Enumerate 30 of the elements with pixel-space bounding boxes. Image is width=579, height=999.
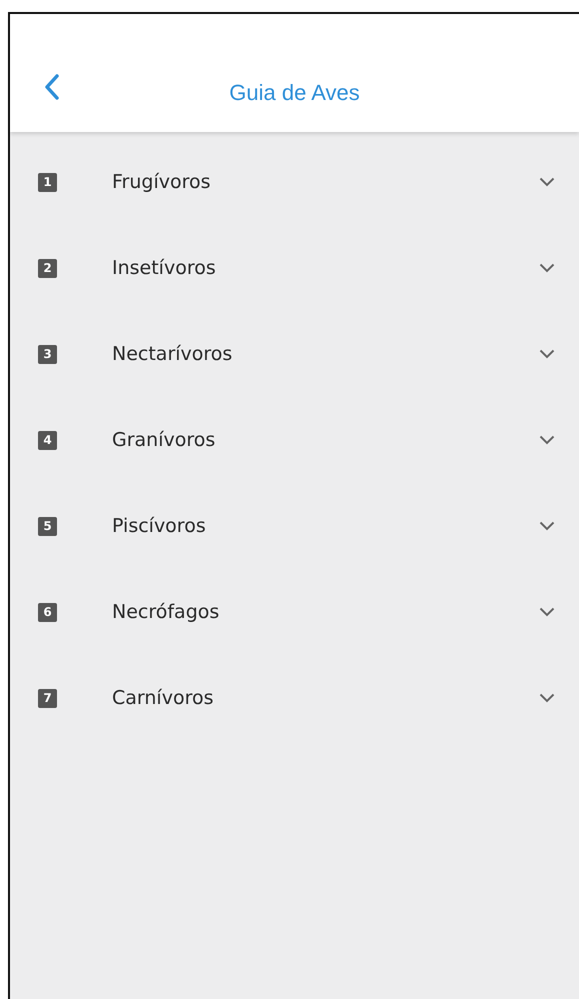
category-label: Granívoros (112, 429, 216, 451)
chevron-icon (539, 177, 555, 187)
category-item[interactable]: 6 Necrófagos (10, 569, 579, 655)
category-item[interactable]: 7 Carnívoros (10, 655, 579, 741)
chevron-icon (539, 263, 555, 273)
category-label: Nectarívoros (112, 343, 234, 365)
number-badge: 1 (38, 172, 57, 192)
category-item[interactable]: 5 Piscívoros (10, 483, 579, 569)
chevron-icon (539, 435, 555, 445)
category-item[interactable]: 1 Frugívoros (10, 139, 579, 225)
category-label: Carnívoros (112, 687, 214, 709)
number-badge: 6 (38, 602, 57, 622)
number-badge: 7 (38, 688, 57, 708)
number-badge: 5 (38, 516, 57, 536)
category-label: Piscívoros (112, 515, 207, 537)
category-label: Frugívoros (112, 171, 212, 193)
chevron-icon (539, 607, 555, 617)
number-badge: 2 (38, 258, 57, 278)
number-badge: 3 (38, 344, 57, 364)
category-label: Necrófagos (112, 601, 220, 623)
category-item[interactable]: 3 Nectarívoros (10, 311, 579, 397)
number-badge: 4 (38, 430, 57, 450)
category-item[interactable]: 4 Granívoros (10, 397, 579, 483)
back-button[interactable] (42, 72, 62, 102)
chevron-icon (539, 521, 555, 531)
header-title: Guia de Aves (229, 80, 360, 106)
chevron-icon (539, 349, 555, 359)
category-label: Insetívoros (112, 257, 217, 279)
category-item[interactable]: 2 Insetívoros (10, 225, 579, 311)
chevron-icon (539, 693, 555, 703)
